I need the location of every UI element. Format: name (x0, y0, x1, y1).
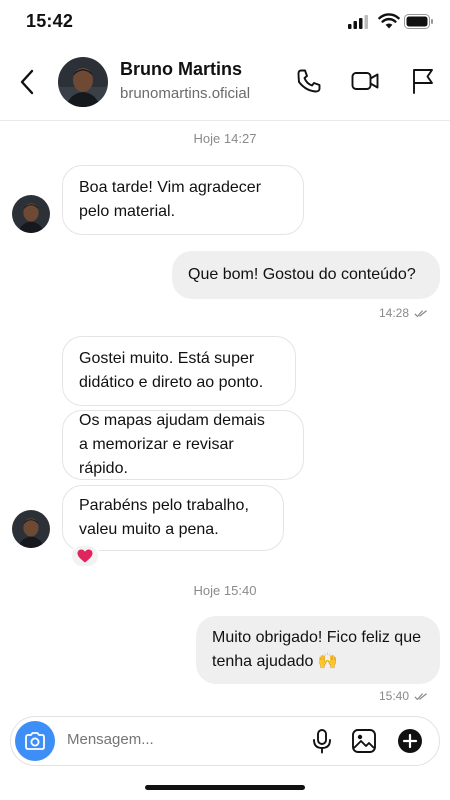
message-line: Gostei muito. Está super (79, 350, 255, 367)
message-meta: 14:28 (379, 306, 428, 320)
battery-icon (404, 14, 433, 29)
message-line: Parabéns pelo trabalho, (79, 497, 249, 514)
status-time: 15:42 (26, 11, 74, 31)
message-line: tenha ajudado 🙌 (212, 653, 338, 670)
heart-icon (77, 549, 93, 563)
sender-avatar[interactable] (12, 510, 50, 548)
message-composer (10, 716, 440, 766)
message-line: pelo material. (79, 203, 176, 220)
cellular-signal-icon (348, 15, 368, 29)
double-check-icon (414, 692, 427, 700)
contact-avatar[interactable] (58, 57, 108, 107)
message-line: didático e direto ao ponto. (79, 374, 264, 391)
report-flag-icon[interactable] (408, 66, 438, 96)
phone-call-icon[interactable] (294, 66, 324, 96)
contact-name[interactable]: Bruno Martins (120, 59, 242, 80)
message-line: Muito obrigado! Fico feliz que (212, 629, 421, 646)
message-time: 15:40 (378, 689, 409, 703)
header-divider (0, 120, 450, 121)
message-line: Que bom! Gostou do conteúdo? (188, 266, 416, 283)
microphone-icon[interactable] (309, 728, 335, 754)
message-line: a memorizar e revisar rápido. (79, 436, 234, 477)
video-call-icon[interactable] (350, 66, 380, 96)
outgoing-message[interactable]: Que bom! Gostou do conteúdo? (172, 251, 440, 299)
home-indicator (145, 785, 305, 790)
contact-handle: brunomartins.oficial (120, 85, 251, 102)
outgoing-message[interactable]: Muito obrigado! Fico feliz que tenha aju… (196, 616, 440, 684)
message-line: Os mapas ajudam demais (79, 412, 265, 429)
incoming-message[interactable]: Os mapas ajudam demais a memorizar e rev… (62, 410, 304, 480)
heart-reaction[interactable] (70, 544, 100, 568)
back-arrow-icon[interactable] (16, 66, 40, 98)
chat-header: Bruno Martins brunomartins.oficial (0, 50, 450, 114)
message-meta: 15:40 (379, 689, 428, 703)
message-line: valeu muito a pena. (79, 521, 219, 538)
incoming-message[interactable]: Boa tarde! Vim agradecer pelo material. (62, 165, 304, 235)
date-stamp: Hoje 14:27 (193, 131, 257, 146)
camera-icon (25, 732, 45, 750)
message-line: Boa tarde! Vim agradecer (79, 179, 262, 196)
incoming-message[interactable]: Gostei muito. Está super didático e dire… (62, 336, 296, 406)
gallery-image-icon[interactable] (351, 728, 377, 754)
double-check-icon (414, 309, 427, 317)
wifi-icon (378, 13, 400, 29)
sender-avatar[interactable] (12, 195, 50, 233)
incoming-message[interactable]: Parabéns pelo trabalho, valeu muito a pe… (62, 485, 284, 551)
message-time: 14:28 (378, 306, 409, 320)
status-bar: 15:42 (0, 0, 450, 44)
add-plus-icon[interactable] (397, 728, 423, 754)
date-stamp: Hoje 15:40 (193, 583, 257, 598)
camera-button[interactable] (15, 721, 55, 761)
message-input[interactable] (67, 731, 297, 748)
